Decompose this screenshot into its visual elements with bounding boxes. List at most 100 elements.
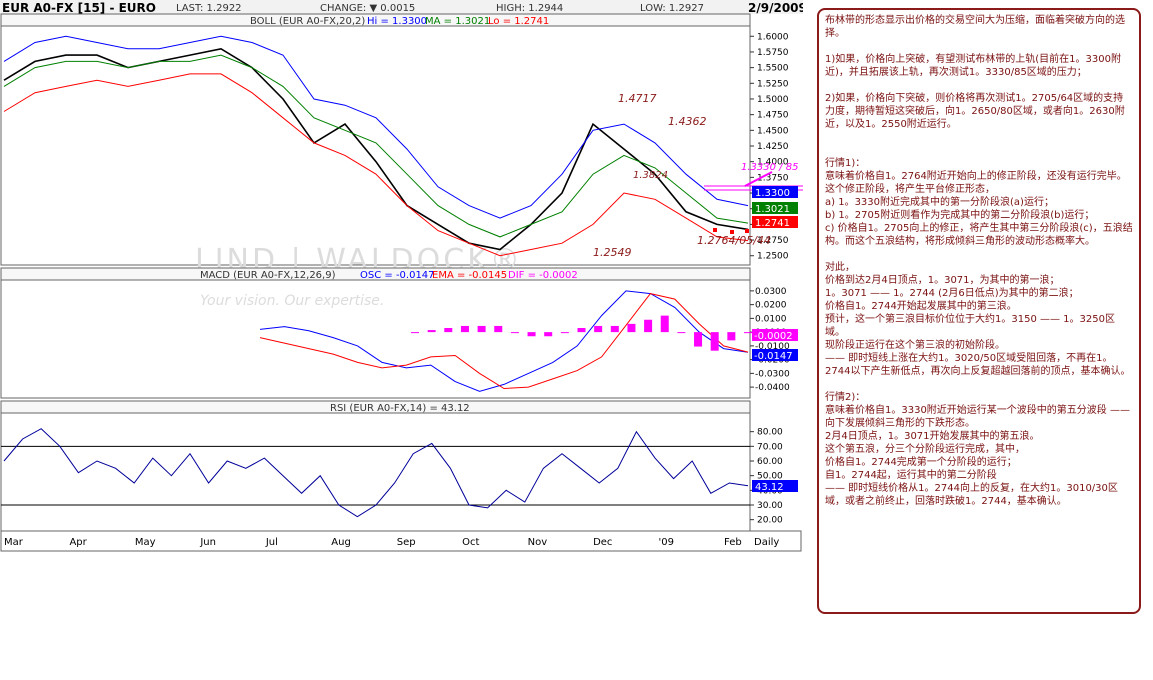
annotation-1-2764: 1.2764/05/44: [697, 234, 771, 247]
boll-legend-name: BOLL (EUR A0-FX,20,2): [250, 16, 365, 27]
chart-date: 2/9/2009: [748, 1, 803, 15]
macd-legend-dif: DIF = -0.0002: [508, 270, 578, 281]
stock-chart: EUR A0-FX [15] - EURO LAST: 1.2922 CHANG…: [0, 0, 803, 552]
macd-tick-label: -0.0400: [755, 383, 790, 393]
tag-ma: 1.3021: [755, 204, 790, 215]
rsi-panel: [0, 412, 751, 532]
time-tick-label: Jul: [265, 537, 278, 548]
high-value: HIGH: 1.2944: [496, 3, 563, 14]
dif-bar: [510, 332, 519, 334]
note-line: 行情1)：: [825, 158, 866, 169]
rsi-tick-label: 70.00: [757, 442, 783, 452]
dif-bar: [610, 325, 619, 333]
last-price: LAST: 1.2922: [176, 3, 242, 14]
macd-legend-name: MACD (EUR A0-FX,12,26,9): [200, 270, 336, 281]
price-tick-label: 1.4500: [757, 126, 789, 136]
note-line: 2)如果，价格向下突破，则价格将再次测试1。2705/64区域的支持力度，期待暂…: [825, 93, 1125, 130]
marker-low-2: [730, 230, 734, 234]
price-tick-label: 1.5500: [757, 64, 789, 74]
note-line: b) 1。2705附近则看作为完成其中的第二分阶段浪(b)运行；: [825, 210, 1095, 221]
dif-bar: [694, 332, 703, 347]
time-tick-label: Feb: [724, 537, 742, 548]
time-tick-label: Apr: [69, 537, 87, 548]
boll-legend-ma: MA = 1.3021: [425, 16, 490, 27]
time-tick-label: Nov: [528, 537, 548, 548]
note-line: 预计，这一个第三浪目标价位位于大约1。3150 —— 1。3250区域。: [825, 314, 1115, 338]
price-tick-label: 1.4250: [757, 142, 789, 152]
dif-bar: [560, 332, 569, 334]
boll-legend-hi: Hi = 1.3300: [367, 16, 427, 27]
time-tick-label: Jun: [199, 537, 216, 548]
annotation-1-3330: 1.3330 / 85: [741, 162, 798, 173]
annotation-1-3824: 1.3824: [633, 170, 668, 181]
change-value: CHANGE: ▼ 0.0015: [320, 3, 415, 14]
price-tick-label: 1.5000: [757, 95, 789, 105]
price-tick-label: 1.4750: [757, 111, 789, 121]
macd-tick-label: 0.0300: [755, 287, 787, 297]
note-line: [825, 79, 1133, 92]
symbol-title: EUR A0-FX [15] - EURO: [2, 1, 156, 15]
dif-bar: [494, 325, 503, 333]
rsi-tick-label: 80.00: [757, 428, 783, 438]
note-line: 价格到达2月4日顶点，1。3071，为其中的第一浪；: [825, 275, 1060, 286]
time-tick-label: May: [135, 537, 156, 548]
price-tick-label: 1.5250: [757, 79, 789, 89]
note-line: 现阶段正运行在这个第三浪的初始阶段。: [825, 340, 1005, 351]
time-tick-label: Mar: [4, 537, 24, 548]
note-line: 布林带的形态显示出价格的交易空间大为压缩，面临着突破方向的选择。: [825, 15, 1125, 39]
time-tick-label: Aug: [331, 537, 351, 548]
note-line: 1)如果，价格向上突破，有望测试布林带的上轨(目前在1。3300附近)，并且拓展…: [825, 54, 1121, 78]
macd-tick-label: 0.0100: [755, 314, 787, 324]
note-line: 这个第五浪，分三个分阶段运行完成，其中，: [825, 444, 1025, 455]
annotation-1-4717: 1.4717: [618, 92, 657, 105]
time-tick-label: '09: [659, 537, 674, 548]
note-line: [825, 248, 1133, 261]
note-line: [825, 131, 1133, 144]
note-line: 这个修正阶段，将产生平台修正形态，: [825, 184, 995, 195]
tag-rsi: 43.12: [755, 482, 784, 493]
note-line: —— 即时短线上涨在大约1。3020/50区域受阻回落，不再在1。2744以下产…: [825, 353, 1131, 377]
dif-bar: [644, 319, 653, 333]
price-tick-label: 1.6000: [757, 32, 789, 42]
rsi-axis: 80.0070.0060.0050.0040.0030.0020.00: [750, 428, 783, 526]
dif-bar: [477, 325, 486, 333]
rsi-tick-label: 30.00: [757, 501, 783, 511]
rsi-legend: RSI (EUR A0-FX,14) = 43.12: [330, 403, 470, 414]
dif-bar: [727, 332, 736, 341]
dif-bar: [677, 332, 686, 334]
rsi-tick-label: 20.00: [757, 516, 783, 526]
rsi-tick-label: 60.00: [757, 457, 783, 467]
tag-lo: 1.2741: [755, 218, 790, 229]
dif-bar: [660, 315, 669, 333]
tag-hi: 1.3300: [755, 188, 790, 199]
note-line: 价格自1。2744开始起发展其中的第三浪。: [825, 301, 1017, 312]
macd-legend-osc: OSC = -0.0147: [360, 270, 435, 281]
dif-bar: [594, 325, 603, 333]
note-line: —— 即时短线价格从1。2744向上的反复，在大约1。3010/30区域，或者之…: [825, 483, 1118, 507]
note-line: 1。3071 —— 1。2744 (2月6日低点)为其中的第二浪；: [825, 288, 1079, 299]
macd-legend-ema: EMA = -0.0145: [432, 270, 507, 281]
note-line: 行情2)：: [825, 392, 866, 403]
note-line: 意味着价格自1。3330附近开始运行某一个波段中的第五分波段 —— 向下发展倾斜…: [825, 405, 1134, 429]
time-tick-label: Dec: [593, 537, 612, 548]
dif-bar: [411, 332, 419, 334]
low-value: LOW: 1.2927: [640, 3, 704, 14]
macd-tick-label: -0.0300: [755, 369, 790, 379]
dif-bar: [744, 332, 752, 334]
dif-bar: [444, 328, 453, 333]
tag-osc: -0.0147: [754, 351, 793, 362]
marker-low-3: [745, 229, 749, 233]
time-tick-label: Daily: [754, 537, 779, 548]
note-line: [825, 378, 1133, 391]
dif-bar: [627, 323, 636, 333]
annotation-1-4362: 1.4362: [668, 115, 707, 128]
dif-bar: [577, 328, 586, 333]
note-line: 价格自1。2744完成第一个分阶段的运行；: [825, 457, 1017, 468]
note-line: 自1。2744起，运行其中的第二分阶段: [825, 470, 997, 481]
annotation-1-2549: 1.2549: [593, 246, 632, 259]
dif-bar: [427, 330, 436, 333]
time-tick-label: Sep: [397, 537, 416, 548]
analysis-notes-panel: 布林带的形态显示出价格的交易空间大为压缩，面临着突破方向的选择。 1)如果，价格向…: [817, 8, 1141, 614]
macd-tick-label: 0.0200: [755, 301, 787, 311]
dif-bar: [527, 332, 536, 337]
